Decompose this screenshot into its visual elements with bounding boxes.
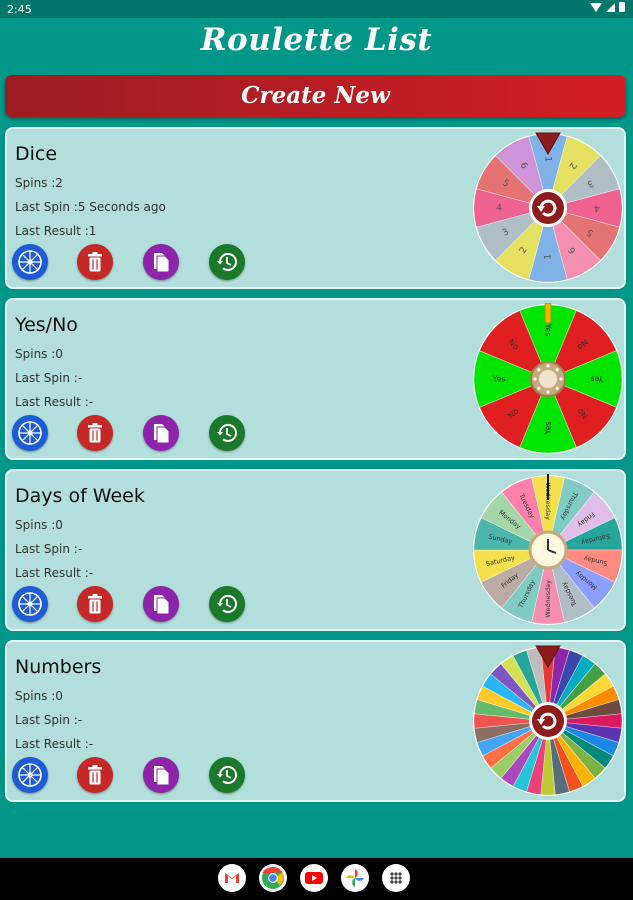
history-button[interactable] <box>209 586 245 622</box>
hub-dot <box>559 377 563 381</box>
wheel-label: 4 <box>594 203 600 213</box>
wheel-icon <box>18 421 42 445</box>
wheel-label: Wednesday <box>544 580 552 618</box>
photos-icon[interactable] <box>341 864 369 892</box>
copy-file-icon <box>154 766 170 786</box>
wheel-pointer <box>544 303 552 324</box>
last-result: Last Result :- <box>15 737 94 751</box>
history-icon <box>217 253 237 271</box>
wheel-label: 1 <box>544 254 554 260</box>
page-title: Roulette List <box>200 22 433 58</box>
copy-button[interactable] <box>143 415 179 451</box>
wheel-label: Yes <box>590 375 604 384</box>
spin-hub-icon <box>532 705 564 737</box>
copy-button[interactable] <box>143 757 179 793</box>
roulette-name: Yes/No <box>15 314 78 336</box>
hub-dot <box>546 390 550 394</box>
spins-count: Spins :0 <box>15 689 63 703</box>
copy-file-icon <box>154 253 170 273</box>
roulette-card-dice[interactable]: Dice Spins :2 Last Spin :5 Seconds ago L… <box>5 127 626 289</box>
trash-icon <box>88 252 102 272</box>
last-spin: Last Spin :- <box>15 371 83 385</box>
roulette-name: Numbers <box>15 656 102 678</box>
wheel-label: Yes <box>492 375 506 384</box>
delete-button[interactable] <box>77 244 113 280</box>
trash-icon <box>88 423 102 443</box>
roulette-wheel[interactable]: YesNoYesNoYesNoYesNo <box>472 303 624 455</box>
app-dock <box>218 864 410 892</box>
create-new-button[interactable]: Create New <box>5 75 626 117</box>
last-result: Last Result :- <box>15 395 94 409</box>
roulette-name: Dice <box>15 143 58 165</box>
status-bar: 2:45 <box>0 0 633 18</box>
roulette-card-numbers[interactable]: Numbers Spins :0 Last Spin :- Last Resul… <box>5 640 626 802</box>
last-result: Last Result :1 <box>15 224 97 238</box>
roulette-name: Days of Week <box>15 485 145 507</box>
hub-dot <box>537 368 541 372</box>
hub-dot <box>533 377 537 381</box>
wheel-icon <box>18 763 42 787</box>
roulette-wheel[interactable]: 123456123456 <box>472 132 624 284</box>
wheel-label: Yes <box>544 323 553 337</box>
spins-count: Spins :0 <box>15 347 63 361</box>
wheel-icon <box>18 592 42 616</box>
roulette-wheel[interactable] <box>472 645 624 797</box>
wheel-label: 1 <box>543 156 553 162</box>
history-icon <box>217 766 237 784</box>
spin-button[interactable] <box>12 244 48 280</box>
battery-icon <box>619 2 625 12</box>
delete-button[interactable] <box>77 415 113 451</box>
last-spin: Last Spin :- <box>15 713 83 727</box>
hub-dot <box>537 386 541 390</box>
spins-count: Spins :0 <box>15 518 63 532</box>
roulette-card-days-of-week[interactable]: Days of Week Spins :0 Last Spin :- Last … <box>5 469 626 631</box>
roulette-wheel[interactable]: Wednesday ThursdayFridaySaturdaySundayMon… <box>472 474 624 626</box>
wheel-label: 4 <box>496 204 502 214</box>
copy-file-icon <box>154 424 170 444</box>
status-icons <box>590 2 625 12</box>
app-drawer-icon[interactable] <box>382 864 410 892</box>
spin-button[interactable] <box>12 415 48 451</box>
history-icon <box>217 424 237 442</box>
wheel-label: Yes <box>544 421 553 435</box>
last-result: Last Result :- <box>15 566 94 580</box>
wheel-icon <box>18 250 42 274</box>
history-button[interactable] <box>209 757 245 793</box>
hub-dot <box>546 364 550 368</box>
history-icon <box>217 595 237 613</box>
spins-count: Spins :2 <box>15 176 63 190</box>
copy-button[interactable] <box>143 244 179 280</box>
gmail-icon[interactable] <box>218 864 246 892</box>
spin-hub-icon <box>532 192 564 224</box>
spin-button[interactable] <box>12 586 48 622</box>
copy-button[interactable] <box>143 586 179 622</box>
spin-button[interactable] <box>12 757 48 793</box>
last-spin: Last Spin :- <box>15 542 83 556</box>
youtube-icon[interactable] <box>300 864 328 892</box>
status-time: 2:45 <box>7 3 32 16</box>
delete-button[interactable] <box>77 757 113 793</box>
history-button[interactable] <box>209 415 245 451</box>
trash-icon <box>88 594 102 614</box>
hub-dot <box>555 386 559 390</box>
roulette-card-yes-no[interactable]: Yes/No Spins :0 Last Spin :- Last Result… <box>5 298 626 460</box>
hub-dot <box>555 368 559 372</box>
delete-button[interactable] <box>77 586 113 622</box>
copy-file-icon <box>154 595 170 615</box>
history-button[interactable] <box>209 244 245 280</box>
trash-icon <box>88 765 102 785</box>
wifi-icon <box>590 2 602 12</box>
wheel-hub-center <box>539 370 557 388</box>
signal-icon <box>606 2 615 12</box>
last-spin: Last Spin :5 Seconds ago <box>15 200 166 214</box>
chrome-icon[interactable] <box>259 864 287 892</box>
